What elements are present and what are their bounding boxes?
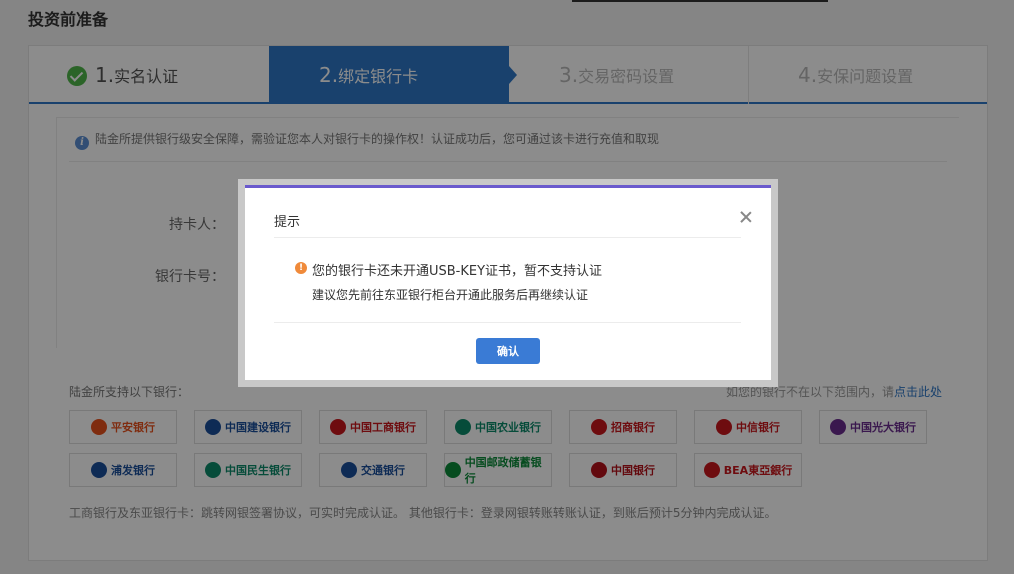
alert-dialog: 提示 ! 您的银行卡还未开通USB-KEY证书，暂不支持认证 建议您先前往东亚银…: [245, 185, 771, 380]
dialog-divider-top: [274, 237, 741, 238]
dialog-title: 提示: [274, 215, 301, 230]
dialog-submessage: 建议您先前往东亚银行柜台开通此服务后再继续认证: [312, 288, 589, 302]
warning-icon: !: [295, 262, 307, 274]
dialog-divider-bottom: [274, 322, 741, 323]
dialog-message: 您的银行卡还未开通USB-KEY证书，暂不支持认证: [312, 264, 603, 279]
confirm-button[interactable]: 确认: [476, 338, 540, 364]
close-icon[interactable]: [739, 210, 753, 224]
